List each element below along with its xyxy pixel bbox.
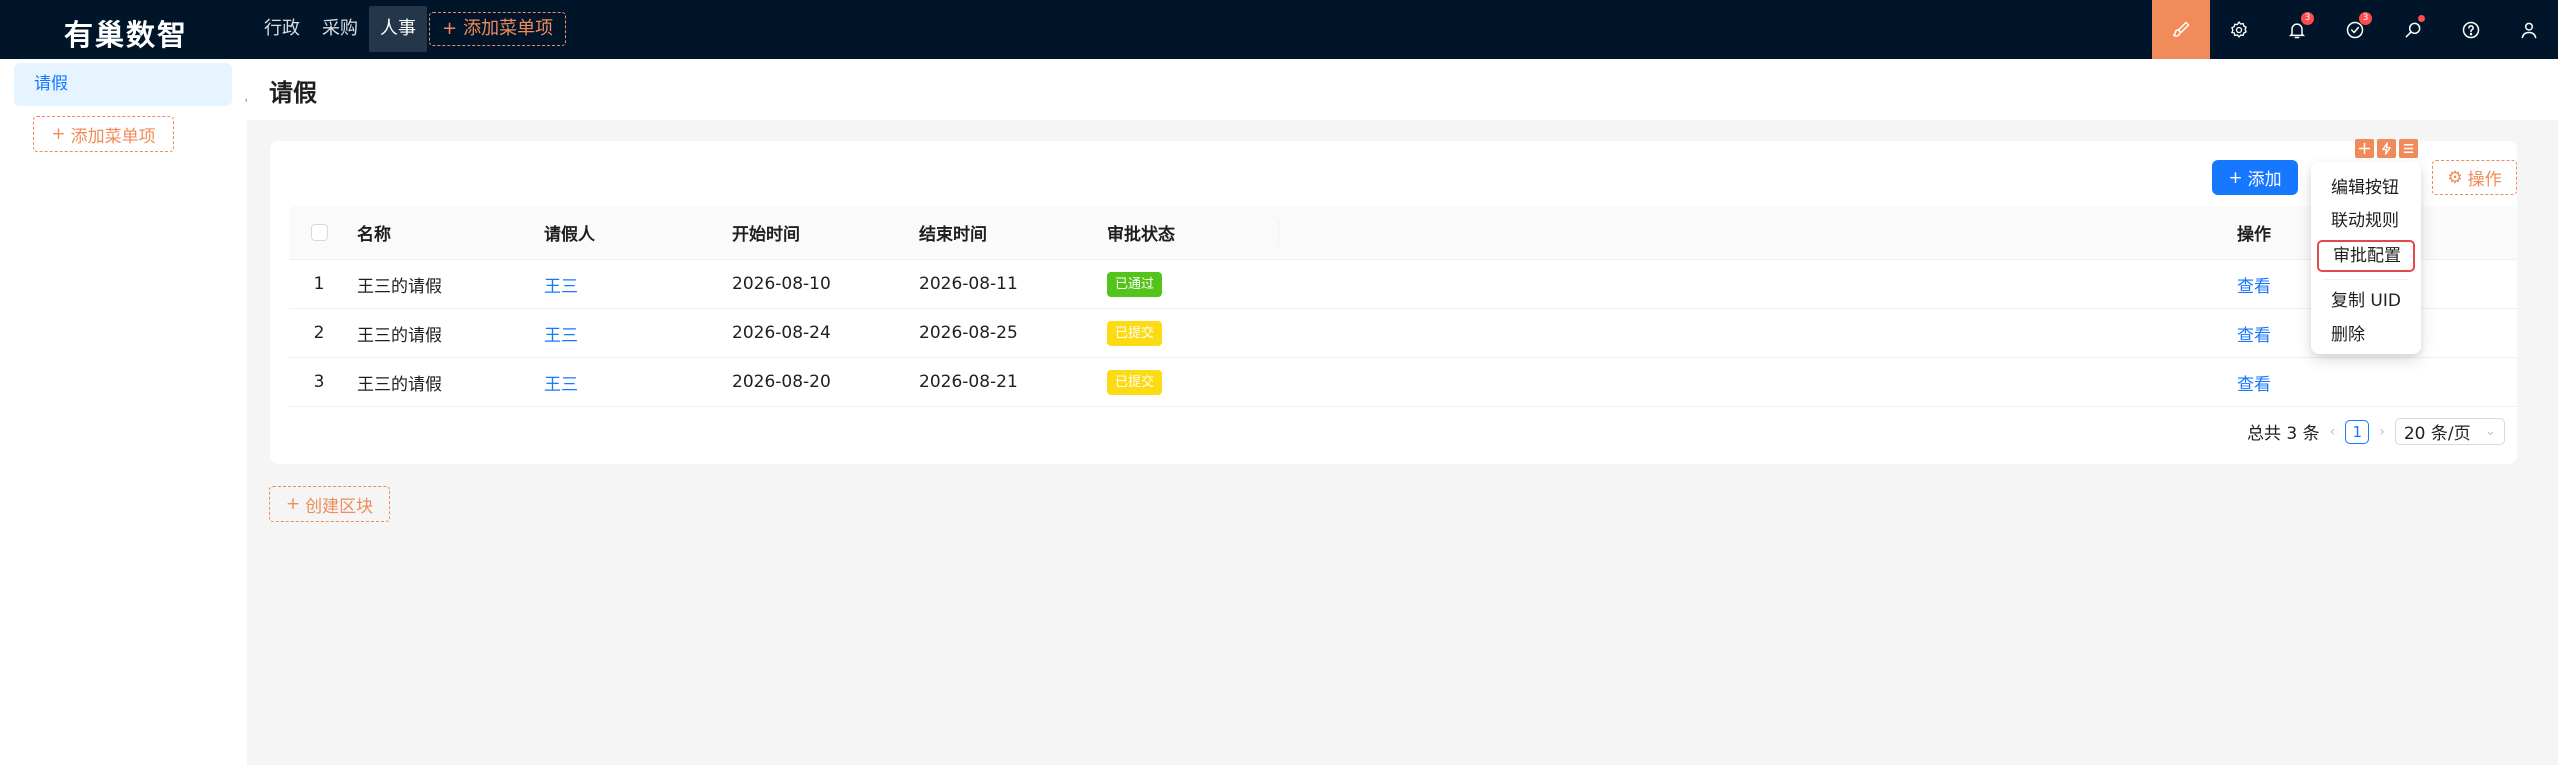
notifications-badge: 3	[2301, 12, 2314, 25]
block-settings-dropdown: 编辑按钮 联动规则 审批配置 复制 UID 删除	[2311, 162, 2421, 354]
cell-name: 王三的请假	[357, 276, 442, 297]
lightning-icon	[2382, 142, 2391, 155]
prev-page-chevron-icon[interactable]: ‹	[2330, 424, 2336, 440]
cell-name: 王三的请假	[357, 374, 442, 395]
plus-icon: +	[442, 18, 458, 39]
menu-divider	[2323, 279, 2409, 280]
insert-block-button[interactable]	[2377, 139, 2396, 158]
plus-icon: +	[285, 494, 301, 514]
create-block-label: 创建区块	[305, 496, 374, 517]
brush-icon	[2172, 21, 2190, 37]
configure-actions-label: 操作	[2467, 170, 2502, 190]
tasks-button[interactable]: 3	[2326, 0, 2384, 59]
ui-editor-button[interactable]	[2152, 0, 2210, 59]
top-menu-item-admin[interactable]: 行政	[253, 6, 311, 52]
table-row[interactable]: 2 王三的请假 王三 2026-08-24 2026-08-25 已提交 查看	[289, 309, 2517, 358]
add-record-label: 添加	[2247, 170, 2282, 190]
status-badge: 已提交	[1107, 320, 1163, 346]
sidebar-item-leave[interactable]: 请假	[14, 63, 232, 106]
gear-icon	[2230, 20, 2247, 38]
top-right-toolbar: 3 3	[2152, 0, 2558, 59]
search-icon	[2405, 22, 2421, 37]
cell-applicant-link[interactable]: 王三	[536, 272, 724, 297]
notifications-button[interactable]: 3	[2268, 0, 2326, 59]
cell-start-time: 2026-08-10	[732, 274, 831, 294]
leave-table: 名称 请假人 开始时间 结束时间 审批状态 操作 1 王三的请假 王三 2026…	[289, 206, 2517, 407]
menu-item-delete[interactable]: 删除	[2311, 319, 2421, 351]
table-header: 名称 请假人 开始时间 结束时间 审批状态 操作	[289, 206, 2517, 260]
plus-icon: +	[2228, 167, 2243, 188]
cell-end-time: 2026-08-21	[919, 372, 1018, 392]
cell-end-time: 2026-08-25	[919, 323, 1018, 343]
search-dot	[2418, 15, 2425, 22]
status-badge: 已通过	[1107, 271, 1163, 297]
settings-button[interactable]	[2210, 0, 2268, 59]
add-menu-item-label: 添加菜单项	[463, 18, 554, 39]
row-index: 2	[313, 323, 325, 343]
row-index: 1	[313, 274, 325, 294]
chevron-down-icon: ⌄	[2484, 424, 2496, 439]
column-header-applicant[interactable]: 请假人	[536, 220, 724, 245]
cell-name: 王三的请假	[357, 325, 442, 346]
drag-block-button[interactable]	[2355, 139, 2374, 158]
block-menu-button[interactable]	[2399, 139, 2418, 158]
top-menu-item-hr[interactable]: 人事	[369, 6, 427, 52]
column-header-name[interactable]: 名称	[349, 220, 536, 245]
table-row[interactable]: 3 王三的请假 王三 2026-08-20 2026-08-21 已提交 查看	[289, 358, 2517, 407]
status-badge: 已提交	[1107, 369, 1163, 395]
configure-actions-button[interactable]: ⚙ 操作	[2432, 160, 2517, 195]
add-record-button[interactable]: + 添加	[2212, 160, 2298, 195]
page-title: 请假	[269, 79, 317, 107]
cell-end-time: 2026-08-11	[919, 274, 1018, 294]
page-size-value: 20 条/页	[2403, 424, 2471, 444]
sidebar: 请假 + 添加菜单项	[0, 59, 247, 765]
move-icon	[2358, 142, 2371, 155]
question-circle-icon	[2462, 21, 2480, 38]
block-toolbar	[2355, 139, 2418, 158]
menu-item-edit-button[interactable]: 编辑按钮	[2311, 172, 2421, 204]
sidebar-add-menu-item-label: 添加菜单项	[70, 126, 156, 147]
menu-item-linkage-rules[interactable]: 联动规则	[2311, 205, 2421, 237]
top-navbar: 有巢数智 行政 采购 人事 + 添加菜单项 3 3	[0, 0, 2558, 59]
page-header: 请假	[247, 59, 2558, 120]
pagination: 总共 3 条 ‹ 1 › 20 条/页 ⌄	[2247, 418, 2505, 445]
gear-icon: ⚙	[2447, 167, 2463, 188]
search-button[interactable]	[2384, 0, 2442, 59]
tasks-badge: 3	[2359, 12, 2372, 25]
help-button[interactable]	[2442, 0, 2500, 59]
create-block-button[interactable]: + 创建区块	[269, 486, 390, 522]
cell-start-time: 2026-08-24	[732, 323, 831, 343]
pagination-page-current[interactable]: 1	[2345, 419, 2370, 444]
sidebar-add-menu-item-button[interactable]: + 添加菜单项	[33, 116, 174, 152]
cell-applicant-link[interactable]: 王三	[536, 370, 724, 395]
user-profile-button[interactable]	[2500, 0, 2558, 59]
cell-applicant-link[interactable]: 王三	[536, 321, 724, 346]
column-header-end-time[interactable]: 结束时间	[911, 220, 1099, 245]
select-all-checkbox[interactable]	[310, 224, 328, 241]
column-header-approval-status[interactable]: 审批状态	[1099, 220, 1279, 245]
table-row[interactable]: 1 王三的请假 王三 2026-08-10 2026-08-11 已通过 查看	[289, 260, 2517, 309]
top-menu-item-purchase[interactable]: 采购	[311, 6, 369, 52]
plus-icon: +	[51, 124, 66, 144]
view-record-link[interactable]: 查看	[2237, 370, 2517, 395]
row-index: 3	[313, 372, 325, 392]
app-logo[interactable]: 有巢数智	[64, 12, 188, 54]
column-header-start-time[interactable]: 开始时间	[724, 220, 911, 245]
cell-start-time: 2026-08-20	[732, 372, 831, 392]
menu-icon	[2403, 144, 2414, 153]
pagination-total: 总共 3 条	[2247, 424, 2320, 444]
page-size-select[interactable]: 20 条/页 ⌄	[2394, 418, 2505, 445]
add-menu-item-button[interactable]: + 添加菜单项	[429, 12, 567, 46]
next-page-chevron-icon[interactable]: ›	[2379, 424, 2385, 440]
top-menu: 行政 采购 人事 + 添加菜单项	[253, 6, 567, 52]
menu-item-approval-config[interactable]: 审批配置	[2317, 240, 2415, 272]
user-icon	[2521, 22, 2537, 38]
menu-item-copy-uid[interactable]: 复制 UID	[2311, 285, 2421, 317]
